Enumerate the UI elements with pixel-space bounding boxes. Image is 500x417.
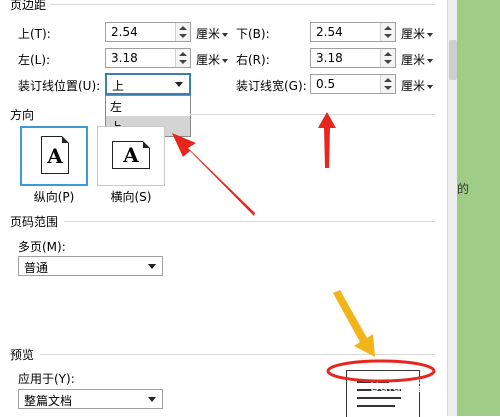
right-margin-value[interactable]: 3.18 <box>316 51 343 65</box>
chevron-down-icon[interactable] <box>148 264 156 269</box>
left-margin-label: 左(L): <box>18 53 51 67</box>
spin-up-icon[interactable] <box>179 52 187 56</box>
gutter-width-stepper[interactable] <box>380 75 395 93</box>
watermark: Baidu经验 <box>370 379 438 395</box>
right-margin-spinner[interactable]: 3.18 <box>310 48 396 68</box>
margins-divider <box>50 4 435 5</box>
multiple-pages-value: 普通 <box>24 261 49 275</box>
orientation-section-title: 方向 <box>10 108 35 122</box>
page-setup-dialog: 页边距 上(T): 2.54 厘米 下(B): 2.54 厘米 左(L): 3.… <box>0 0 447 417</box>
preview-divider <box>40 354 435 355</box>
unit-dropdown-icon <box>222 32 229 37</box>
gutter-position-select[interactable]: 上 <box>105 73 191 95</box>
portrait-label: 纵向(P) <box>33 190 75 204</box>
gutter-width-label: 装订线宽(G): <box>236 79 307 93</box>
document-text-fragment: 的 <box>457 182 470 196</box>
page-range-section-title: 页码范围 <box>10 215 59 229</box>
spin-up-icon[interactable] <box>384 26 392 30</box>
right-margin-label: 右(R): <box>236 53 270 67</box>
left-margin-stepper[interactable] <box>175 49 190 67</box>
unit-dropdown-icon <box>427 32 434 37</box>
landscape-label: 横向(S) <box>110 190 152 204</box>
top-margin-label: 上(T): <box>18 27 51 41</box>
spin-down-icon[interactable] <box>179 60 187 64</box>
multiple-pages-select[interactable]: 普通 <box>18 256 163 276</box>
gutter-position-value: 上 <box>112 79 125 93</box>
landscape-button[interactable]: A <box>97 126 165 186</box>
apply-to-select[interactable]: 整篇文档 <box>18 389 163 409</box>
gutter-position-label: 装订线位置(U): <box>18 79 101 93</box>
spin-up-icon[interactable] <box>179 26 187 30</box>
top-margin-unit[interactable]: 厘米 <box>196 25 229 42</box>
document-background: 的 <box>457 0 500 416</box>
gutter-width-spinner[interactable]: 0.5 <box>310 74 396 94</box>
gutter-option-left[interactable]: 左 <box>106 96 190 116</box>
portrait-button[interactable]: A <box>20 126 88 186</box>
left-margin-spinner[interactable]: 3.18 <box>105 48 191 68</box>
bottom-margin-unit[interactable]: 厘米 <box>401 25 434 42</box>
unit-dropdown-icon <box>222 58 229 63</box>
left-margin-unit[interactable]: 厘米 <box>196 51 229 68</box>
preview-section-title: 预览 <box>10 348 35 362</box>
multiple-pages-label: 多页(M): <box>18 240 66 254</box>
spin-up-icon[interactable] <box>384 78 392 82</box>
apply-to-value: 整篇文档 <box>24 394 73 408</box>
chevron-down-icon[interactable] <box>148 397 156 402</box>
top-margin-value[interactable]: 2.54 <box>111 25 138 39</box>
spin-down-icon[interactable] <box>384 86 392 90</box>
unit-dropdown-icon <box>427 58 434 63</box>
scrollbar-thumb[interactable] <box>449 40 457 80</box>
orientation-divider <box>190 114 435 115</box>
left-margin-value[interactable]: 3.18 <box>111 51 138 65</box>
gutter-width-value[interactable]: 0.5 <box>316 77 335 91</box>
bottom-margin-spinner[interactable]: 2.54 <box>310 22 396 42</box>
spin-down-icon[interactable] <box>384 60 392 64</box>
page-range-divider <box>64 221 435 222</box>
apply-to-label: 应用于(Y): <box>18 372 75 386</box>
top-margin-stepper[interactable] <box>175 23 190 41</box>
unit-dropdown-icon <box>427 84 434 89</box>
right-margin-unit[interactable]: 厘米 <box>401 51 434 68</box>
bottom-margin-value[interactable]: 2.54 <box>316 25 343 39</box>
bottom-margin-label: 下(B): <box>236 27 270 41</box>
portrait-page-icon: A <box>41 136 69 174</box>
landscape-page-icon: A <box>112 141 150 169</box>
spin-down-icon[interactable] <box>179 34 187 38</box>
margins-section-title: 页边距 <box>10 0 47 12</box>
bottom-margin-stepper[interactable] <box>380 23 395 41</box>
spin-up-icon[interactable] <box>384 52 392 56</box>
spin-down-icon[interactable] <box>384 34 392 38</box>
chevron-down-icon[interactable] <box>175 82 183 87</box>
top-margin-spinner[interactable]: 2.54 <box>105 22 191 42</box>
gutter-width-unit[interactable]: 厘米 <box>401 77 434 94</box>
right-margin-stepper[interactable] <box>380 49 395 67</box>
